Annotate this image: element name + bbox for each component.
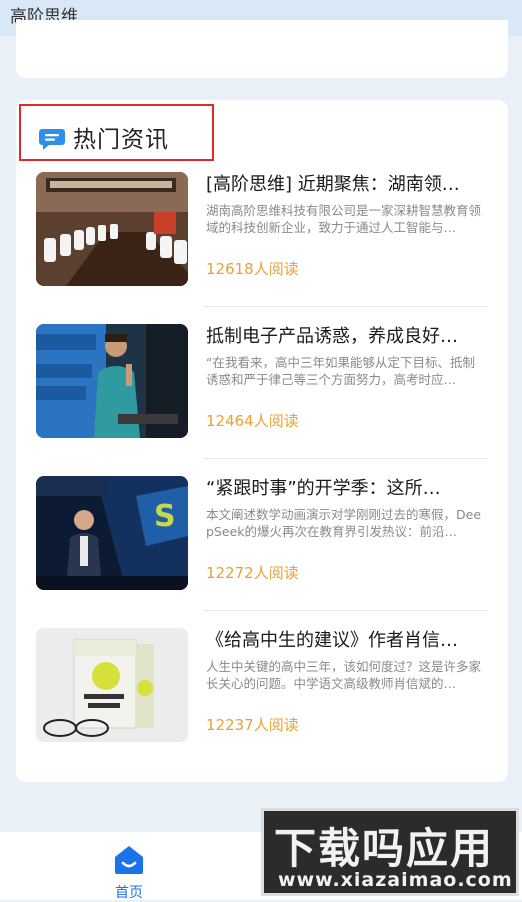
- svg-text:S: S: [154, 499, 176, 534]
- news-read-count: 12464人阅读: [206, 412, 299, 430]
- news-read-count: 12618人阅读: [206, 260, 299, 278]
- tab-home-label: 首页: [115, 885, 143, 901]
- news-title: “紧跟时事”的开学季：这所…: [206, 478, 441, 499]
- divider: [204, 306, 488, 307]
- news-summary: 人生中关键的高中三年，该如何度过？这是许多家长关心的问题。中学语文高级教师肖信斌…: [206, 659, 482, 691]
- news-item[interactable]: [高阶思维] 近期聚焦：湖南领… 湖南高阶思维科技有限公司是一家深耕智慧教育领域…: [36, 172, 488, 292]
- news-summary: 本文阐述数学动画演示对学刚刚过去的寒假，DeepSeek的爆火再次在教育界引发热…: [206, 507, 482, 539]
- news-title: [高阶思维] 近期聚焦：湖南领…: [206, 174, 460, 195]
- news-read-count: 12237人阅读: [206, 716, 299, 734]
- watermark-logo: 下载吗应用 www.xiazaimao.com: [261, 808, 519, 896]
- news-thumbnail: [36, 172, 188, 286]
- watermark-title: 下载吗应用: [274, 824, 495, 873]
- chat-icon: [39, 129, 65, 150]
- news-title: 抵制电子产品诱惑，养成良好…: [206, 326, 458, 347]
- news-thumbnail: [36, 628, 188, 742]
- section-header: 热门资讯: [19, 104, 214, 161]
- news-summary: “在我看来，高中三年如果能够从定下目标、抵制诱惑和严于律己等三个方面努力，高考时…: [206, 355, 475, 387]
- news-item[interactable]: S “紧跟时事”的开学季：这所… 本文阐述数学动画演示对学刚刚过去的寒假，Dee…: [36, 476, 488, 596]
- watermark-url: www.xiazaimao.com: [278, 869, 513, 891]
- news-thumbnail: [36, 324, 188, 438]
- news-thumbnail: S: [36, 476, 188, 590]
- news-title: 《给高中生的建议》作者肖信…: [206, 630, 458, 651]
- news-section-card: 热门资讯 [高阶思维] 近期聚焦：湖南领… 湖南高阶思维科技有限公司是一家深耕智…: [16, 100, 508, 782]
- news-read-count: 12272人阅读: [206, 564, 299, 582]
- section-title: 热门资讯: [73, 127, 169, 153]
- top-card: [16, 20, 508, 78]
- news-item[interactable]: 《给高中生的建议》作者肖信… 人生中关键的高中三年，该如何度过？这是许多家长关心…: [36, 628, 488, 748]
- news-summary: 湖南高阶思维科技有限公司是一家深耕智慧教育领域的科技创新企业，致力于通过人工智能…: [206, 203, 482, 235]
- divider: [204, 610, 488, 611]
- news-item[interactable]: 抵制电子产品诱惑，养成良好… “在我看来，高中三年如果能够从定下目标、抵制诱惑和…: [36, 324, 488, 444]
- home-icon: [115, 846, 143, 874]
- divider: [204, 458, 488, 459]
- tab-home[interactable]: 首页: [98, 844, 160, 901]
